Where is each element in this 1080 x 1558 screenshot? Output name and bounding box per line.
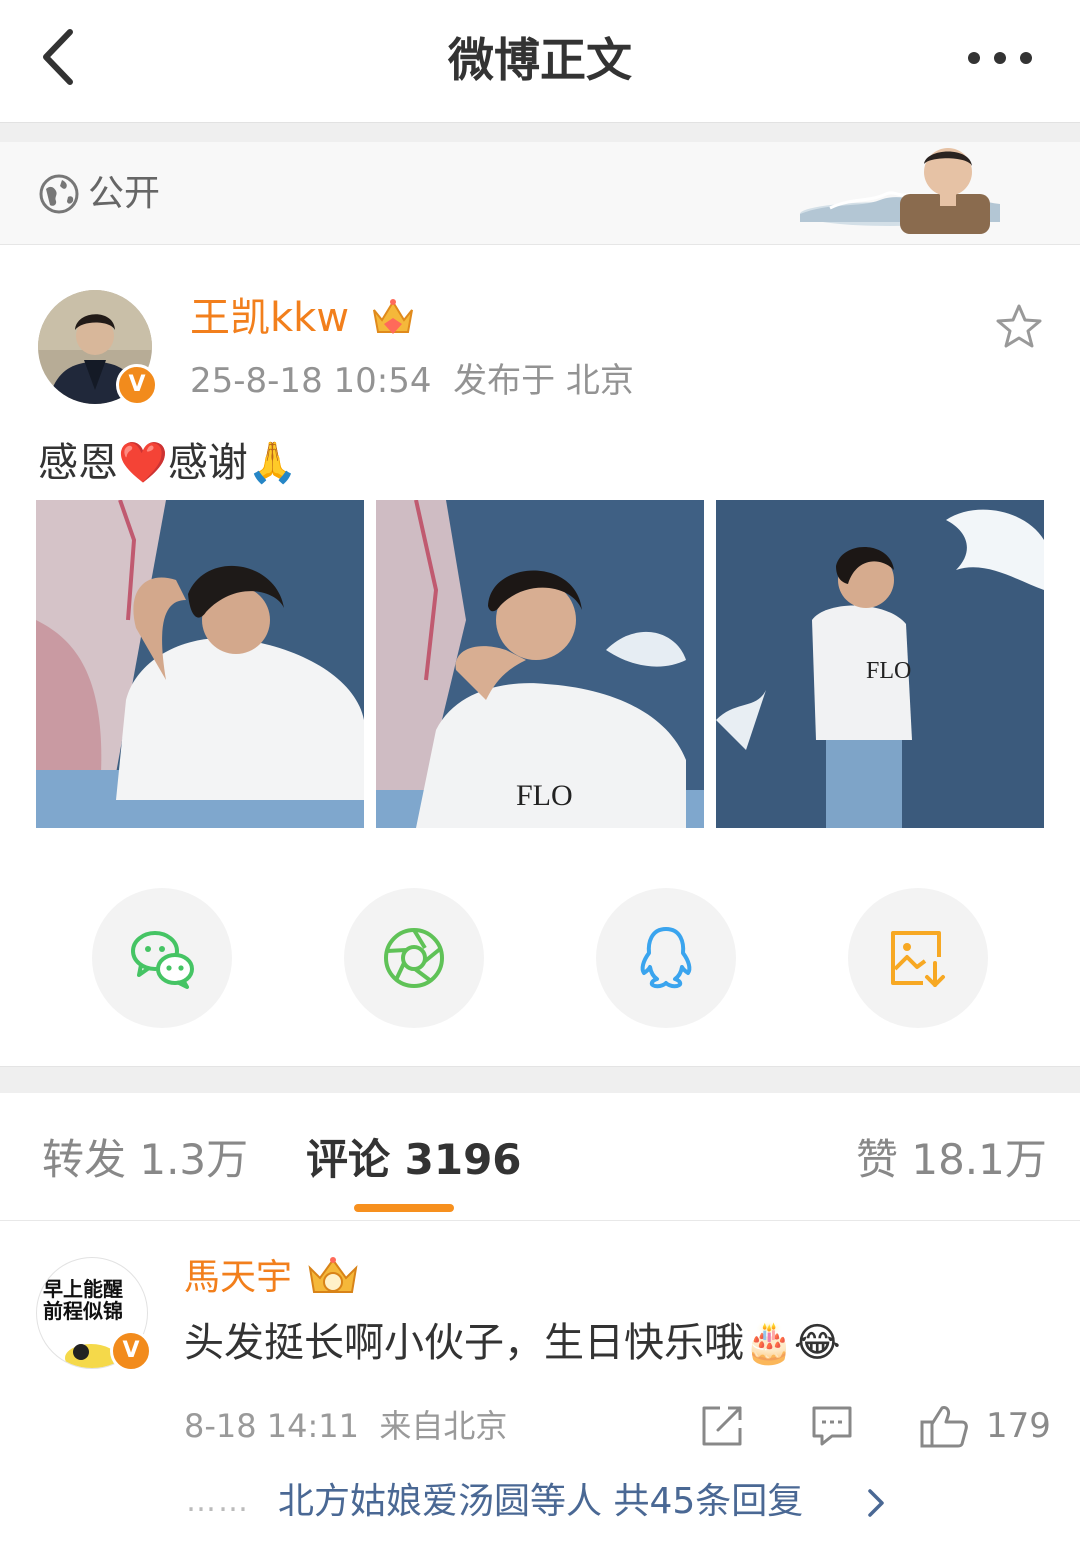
- commenter-name[interactable]: 馬天宇: [184, 1254, 292, 1302]
- section-divider: [0, 1066, 1080, 1093]
- comment-source: 来自北京: [379, 1407, 508, 1445]
- comment-meta: 8-18 14:11 来自北京: [184, 1404, 507, 1448]
- view-replies-link[interactable]: 北方姑娘爱汤圆等人 共45条回复: [278, 1478, 803, 1526]
- svg-text:FLO: FLO: [866, 658, 911, 684]
- thumbs-up-icon: [920, 1406, 968, 1448]
- visibility-label: 公开: [88, 173, 161, 214]
- tab-likes[interactable]: 赞 18.1万: [856, 1132, 1047, 1188]
- post-text-part-1: 感恩: [38, 440, 118, 486]
- save-image-icon: [891, 931, 945, 987]
- tabs-divider: [0, 1220, 1080, 1221]
- share-qq-button[interactable]: [596, 888, 736, 1028]
- repost-comment-button[interactable]: [698, 1402, 746, 1450]
- more-button[interactable]: [962, 38, 1042, 78]
- chevron-right-icon: [862, 1486, 888, 1520]
- active-tab-indicator: [354, 1204, 454, 1212]
- crown-icon: [370, 294, 416, 340]
- crown-icon: [306, 1254, 360, 1300]
- reply-comment-button[interactable]: [808, 1402, 856, 1450]
- section-divider: [0, 122, 1080, 143]
- post-meta: 25-8-18 10:54 发布于 北京: [190, 358, 634, 404]
- moments-icon: [384, 928, 444, 988]
- author-name[interactable]: 王凯kkw: [190, 292, 349, 344]
- like-comment-button[interactable]: [918, 1402, 970, 1450]
- comment-icon: [812, 1406, 852, 1446]
- post-photo-2[interactable]: FLO: [376, 500, 704, 828]
- laugh-emoji: 😂: [793, 1320, 841, 1366]
- post-photo-3[interactable]: FLO: [716, 500, 1044, 828]
- avatar-text-line-2: 前程似锦: [43, 1299, 123, 1323]
- share-icon: [702, 1406, 742, 1446]
- heart-emoji: ❤️: [118, 440, 168, 486]
- cake-emoji: 🎂: [744, 1320, 794, 1366]
- post-text-part-2: 感谢: [167, 440, 248, 486]
- svg-text:FLO: FLO: [516, 779, 573, 812]
- page-title: 微博正文: [448, 33, 632, 87]
- comment-body: 头发挺长啊小伙子，生日快乐哦: [184, 1320, 744, 1366]
- globe-icon: [38, 173, 80, 215]
- comment-time: 8-18 14:11: [184, 1407, 360, 1445]
- verified-badge: V: [116, 364, 158, 406]
- post-location: 发布于 北京: [453, 361, 634, 401]
- save-image-button[interactable]: [848, 888, 988, 1028]
- qq-icon: [640, 927, 692, 989]
- commenter-verified-badge: V: [110, 1330, 152, 1372]
- avatar-text-line-1: 早上能醒: [43, 1277, 123, 1301]
- post-text: 感恩❤️感谢🙏: [38, 436, 298, 490]
- more-dots-icon: [968, 52, 1032, 64]
- comment-text: 头发挺长啊小伙子，生日快乐哦🎂😂: [184, 1316, 841, 1370]
- favorite-button[interactable]: [994, 302, 1044, 352]
- pray-emoji: 🙏: [247, 440, 298, 486]
- comment-like-count: 179: [986, 1406, 1051, 1446]
- star-icon: [996, 304, 1042, 348]
- post-time: 25-8-18 10:54: [190, 361, 432, 401]
- share-moments-button[interactable]: [344, 888, 484, 1028]
- share-wechat-button[interactable]: [92, 888, 232, 1028]
- reply-dots: ……: [186, 1484, 250, 1519]
- tab-repost[interactable]: 转发 1.3万: [42, 1132, 248, 1188]
- post-photo-1[interactable]: [36, 500, 364, 828]
- wechat-icon: [131, 931, 194, 989]
- decorative-banner: [790, 142, 1010, 244]
- tab-comments[interactable]: 评论 3196: [306, 1132, 522, 1188]
